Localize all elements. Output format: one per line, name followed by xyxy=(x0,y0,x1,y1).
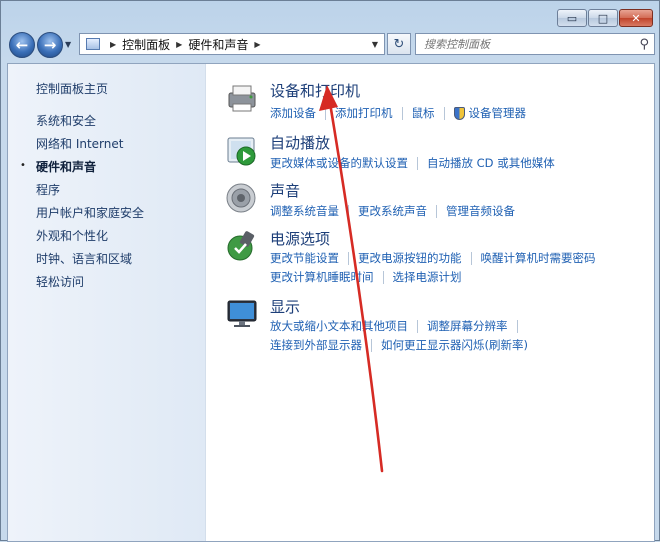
category-links-display-row2: 连接到外部显示器 如何更正显示器闪烁(刷新率) xyxy=(270,337,528,353)
link-separator xyxy=(470,251,472,265)
uac-shield-icon xyxy=(453,106,465,120)
breadcrumb-hardware-sound[interactable]: 硬件和声音 xyxy=(188,36,248,53)
link-refresh-rate[interactable]: 如何更正显示器闪烁(刷新率) xyxy=(381,337,528,353)
link-separator xyxy=(348,204,349,218)
sidebar-item-programs[interactable]: 程序 xyxy=(36,181,60,198)
link-add-device[interactable]: 添加设备 xyxy=(270,105,316,121)
close-button[interactable]: ✕ xyxy=(619,9,653,27)
link-separator xyxy=(436,204,437,218)
link-separator xyxy=(417,319,418,333)
search-icon[interactable]: ⚲ xyxy=(639,37,649,52)
link-power-plan[interactable]: 选择电源计划 xyxy=(393,269,462,285)
address-dropdown-icon[interactable]: ▼ xyxy=(372,40,378,49)
minimize-button[interactable]: ▭ xyxy=(557,9,587,27)
link-separator xyxy=(417,156,418,170)
link-separator xyxy=(348,251,349,265)
navigation-bar: ← → ▼ ▶ 控制面板 ▶ 硬件和声音 ▶ ▼ ↻ ⚲ xyxy=(7,31,655,59)
printer-icon[interactable] xyxy=(224,80,260,116)
link-separator xyxy=(382,270,384,284)
link-power-buttons[interactable]: 更改电源按钮的功能 xyxy=(358,250,462,266)
category-links-power-row2: 更改计算机睡眠时间 选择电源计划 xyxy=(270,269,462,285)
link-separator xyxy=(401,106,403,120)
category-title-display[interactable]: 显示 xyxy=(270,296,300,317)
link-autoplay-cd[interactable]: 自动播放 CD 或其他媒体 xyxy=(427,155,555,171)
sidebar-item-system-security[interactable]: 系统和安全 xyxy=(36,112,96,129)
control-panel-icon xyxy=(86,38,100,50)
speaker-icon[interactable] xyxy=(224,180,260,216)
autoplay-icon[interactable] xyxy=(224,132,260,168)
category-links-display-row1: 放大或缩小文本和其他项目 调整屏幕分辨率 xyxy=(270,318,527,334)
link-separator xyxy=(516,319,518,333)
breadcrumb-separator-icon[interactable]: ▶ xyxy=(110,40,116,49)
category-links-power-row1: 更改节能设置 更改电源按钮的功能 唤醒计算机时需要密码 xyxy=(270,250,596,266)
breadcrumb-separator-icon[interactable]: ▶ xyxy=(176,40,182,49)
maximize-button[interactable]: □ xyxy=(588,9,618,27)
sidebar-item-appearance[interactable]: 外观和个性化 xyxy=(36,227,108,244)
link-wake-password[interactable]: 唤醒计算机时需要密码 xyxy=(481,250,596,266)
power-icon[interactable] xyxy=(224,228,260,264)
category-links-devices-printers: 添加设备 添加打印机 鼠标 设备管理器 xyxy=(270,105,526,121)
link-separator xyxy=(325,106,326,120)
category-title-sound[interactable]: 声音 xyxy=(270,180,300,201)
category-links-autoplay: 更改媒体或设备的默认设置 自动播放 CD 或其他媒体 xyxy=(270,155,555,171)
category-title-devices-printers[interactable]: 设备和打印机 xyxy=(270,80,360,101)
sidebar: 控制面板主页 系统和安全 网络和 Internet • 硬件和声音 程序 用户帐… xyxy=(8,64,206,541)
link-screen-resolution[interactable]: 调整屏幕分辨率 xyxy=(427,318,508,334)
sidebar-item-user-accounts[interactable]: 用户帐户和家庭安全 xyxy=(36,204,144,221)
breadcrumb-separator-icon[interactable]: ▶ xyxy=(254,40,260,49)
link-separator xyxy=(371,338,372,352)
sidebar-item-clock-region[interactable]: 时钟、语言和区域 xyxy=(36,250,132,267)
link-sleep-time[interactable]: 更改计算机睡眠时间 xyxy=(270,269,374,285)
main-panel: 设备和打印机 添加设备 添加打印机 鼠标 设备管理器 自动播放 更改媒体或设备的… xyxy=(206,64,654,541)
link-device-manager[interactable]: 设备管理器 xyxy=(469,105,527,121)
refresh-button[interactable]: ↻ xyxy=(387,33,411,55)
caption-buttons: ▭ □ ✕ xyxy=(556,9,653,27)
back-button[interactable]: ← xyxy=(9,32,35,58)
sidebar-item-home[interactable]: 控制面板主页 xyxy=(36,80,108,97)
category-title-power[interactable]: 电源选项 xyxy=(270,228,330,249)
link-mouse[interactable]: 鼠标 xyxy=(412,105,435,121)
sidebar-item-ease-of-access[interactable]: 轻松访问 xyxy=(36,273,84,290)
forward-button[interactable]: → xyxy=(37,32,63,58)
address-bar[interactable]: ▶ 控制面板 ▶ 硬件和声音 ▶ ▼ xyxy=(79,33,385,55)
sidebar-item-network[interactable]: 网络和 Internet xyxy=(36,135,123,152)
link-text-size[interactable]: 放大或缩小文本和其他项目 xyxy=(270,318,408,334)
current-item-bullet: • xyxy=(20,160,26,171)
control-panel-window: ▭ □ ✕ ← → ▼ ▶ 控制面板 ▶ 硬件和声音 ▶ ▼ ↻ ⚲ 控制面板主… xyxy=(0,0,660,542)
breadcrumb-control-panel[interactable]: 控制面板 xyxy=(122,36,170,53)
search-box[interactable]: ⚲ xyxy=(415,33,655,55)
search-input[interactable] xyxy=(422,36,626,52)
link-add-printer[interactable]: 添加打印机 xyxy=(335,105,393,121)
category-links-sound: 调整系统音量 更改系统声音 管理音频设备 xyxy=(270,203,515,219)
link-manage-audio-devices[interactable]: 管理音频设备 xyxy=(446,203,515,219)
display-icon[interactable] xyxy=(224,296,260,332)
content-area: 控制面板主页 系统和安全 网络和 Internet • 硬件和声音 程序 用户帐… xyxy=(7,63,655,542)
link-power-saving[interactable]: 更改节能设置 xyxy=(270,250,339,266)
link-separator xyxy=(443,106,445,120)
link-change-system-sounds[interactable]: 更改系统声音 xyxy=(358,203,427,219)
sidebar-item-hardware-sound: 硬件和声音 xyxy=(36,160,97,174)
link-adjust-volume[interactable]: 调整系统音量 xyxy=(270,203,339,219)
category-title-autoplay[interactable]: 自动播放 xyxy=(270,132,330,153)
link-change-default-media[interactable]: 更改媒体或设备的默认设置 xyxy=(270,155,408,171)
link-external-display[interactable]: 连接到外部显示器 xyxy=(270,337,362,353)
history-dropdown-icon[interactable]: ▼ xyxy=(65,40,71,49)
